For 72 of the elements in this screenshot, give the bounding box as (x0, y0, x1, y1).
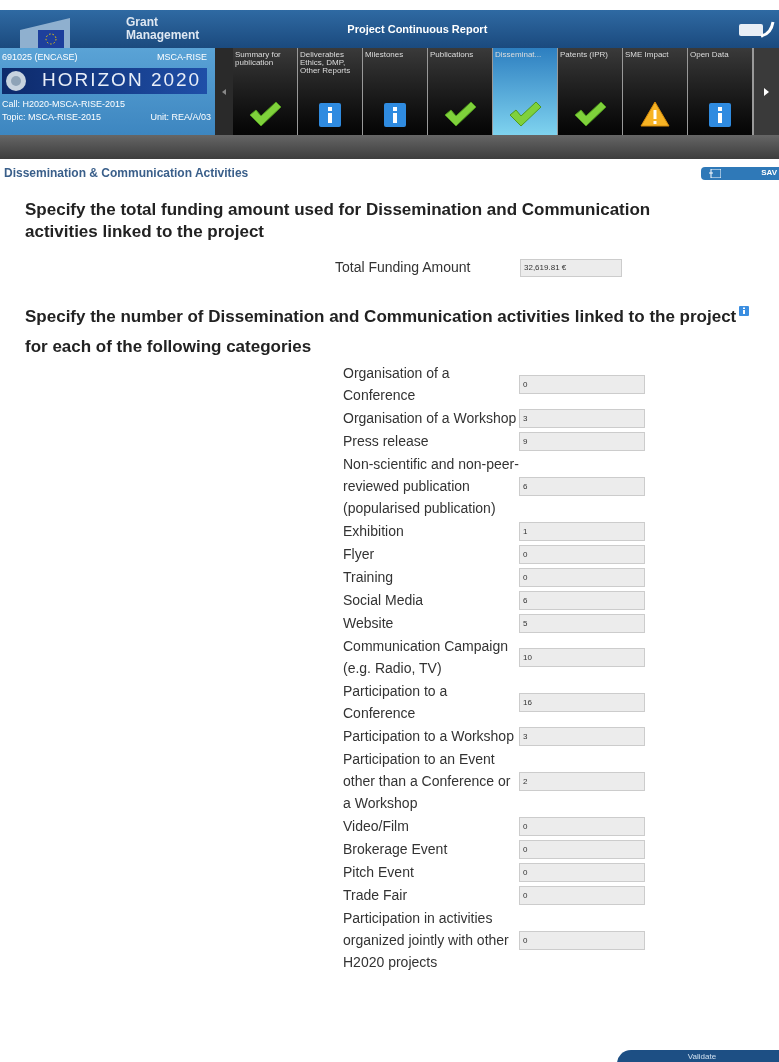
unit-text: Unit: REA/A/03 (150, 111, 211, 124)
count-field[interactable]: 3 (519, 408, 645, 428)
left-arrow-icon (222, 88, 226, 95)
globe-icon (4, 68, 28, 93)
field-label: Participation in activities organized jointly with other H2020 projects (343, 909, 510, 972)
field-label: Participation to a Conference (343, 682, 449, 723)
count-field[interactable]: 0 (519, 930, 645, 950)
field-label: Organisation of a Conference (343, 364, 451, 405)
report-tab[interactable]: Summary for publication (233, 48, 298, 135)
section-heading: Specify the number of Dissemination and Communication activities linked to the project for each of the following categories (25, 306, 737, 358)
report-tab[interactable]: Deliverables Ethics, DMP, Other Reports (298, 48, 363, 135)
count-field[interactable]: 0 (519, 816, 645, 836)
field-label: Total Funding Amount (335, 258, 472, 277)
field-label: Brokerage Event (343, 840, 449, 859)
report-tab[interactable]: Publications (428, 48, 493, 135)
count-field[interactable]: 10 (519, 647, 645, 667)
field-label: Trade Fair (343, 886, 409, 905)
info-icon (384, 103, 406, 127)
save-button[interactable]: SAV (701, 166, 779, 180)
count-field[interactable]: 1 (519, 521, 645, 541)
field-label: Website (343, 614, 395, 633)
count-field[interactable]: 0 (519, 839, 645, 859)
funding-amount-field[interactable]: 32,619.81 € (520, 258, 622, 277)
field-label: Participation to a Workshop (343, 727, 515, 746)
page-title: Dissemination & Communication Activities (4, 165, 249, 182)
count-field[interactable]: 9 (519, 431, 645, 451)
check-icon (573, 101, 607, 127)
count-field[interactable]: 0 (519, 567, 645, 587)
report-tab[interactable]: SME Impact (623, 48, 688, 135)
field-label: Communication Campaign (e.g. Radio, TV) (343, 637, 509, 678)
field-label: Pitch Event (343, 863, 415, 882)
info-icon (709, 103, 731, 127)
info-icon[interactable] (739, 306, 749, 316)
count-field[interactable]: 5 (519, 613, 645, 633)
report-tab[interactable]: Milestones (363, 48, 428, 135)
programme-name: HORIZON 2020 (42, 68, 202, 93)
save-icon (709, 168, 721, 178)
project-type: MSCA-RISE (157, 51, 207, 64)
call-text: Call: H2020-MSCA-RISE-2015 (2, 97, 127, 111)
topic-text: Topic: MSCA-RISE-2015 (2, 111, 102, 124)
check-icon (443, 101, 477, 127)
field-label: Exhibition (343, 522, 405, 541)
count-field[interactable]: 0 (519, 885, 645, 905)
scroll-right-button[interactable] (753, 48, 779, 135)
count-field[interactable]: 0 (519, 544, 645, 564)
validate-button[interactable]: Validate (617, 1050, 779, 1062)
count-field[interactable]: 0 (519, 374, 645, 394)
report-tab[interactable]: Open Data (688, 48, 753, 135)
count-field[interactable]: 16 (519, 692, 645, 712)
brand-title: Grant Management (126, 16, 200, 42)
count-field[interactable]: 6 (519, 590, 645, 610)
check-icon (508, 101, 542, 127)
field-label: Social Media (343, 591, 425, 610)
field-label: Press release (343, 432, 430, 451)
field-label: Video/Film (343, 817, 410, 836)
count-field[interactable]: 2 (519, 771, 645, 791)
field-label: Non-scientific and non-peer-reviewed publication (popularised publication) (343, 455, 519, 518)
count-field[interactable]: 3 (519, 726, 645, 746)
right-arrow-icon (764, 87, 769, 96)
project-id: 691025 (ENCASE) (2, 51, 78, 64)
report-tab[interactable]: Patents (IPR) (558, 48, 623, 135)
section-heading: Specify the total funding amount used for Dissemination and Communication activities linked to the project (25, 199, 652, 243)
field-label: Organisation of a Workshop (343, 409, 518, 428)
field-label: Flyer (343, 545, 376, 564)
warning-icon (640, 101, 670, 127)
check-icon (248, 101, 282, 127)
count-field[interactable]: 6 (519, 476, 645, 496)
field-label: Participation to an Event other than a Conference or a Workshop (343, 750, 512, 813)
window-title: Project Continuous Report (347, 21, 488, 37)
info-icon (319, 103, 341, 127)
field-label: Training (343, 568, 395, 587)
count-field[interactable]: 0 (519, 862, 645, 882)
